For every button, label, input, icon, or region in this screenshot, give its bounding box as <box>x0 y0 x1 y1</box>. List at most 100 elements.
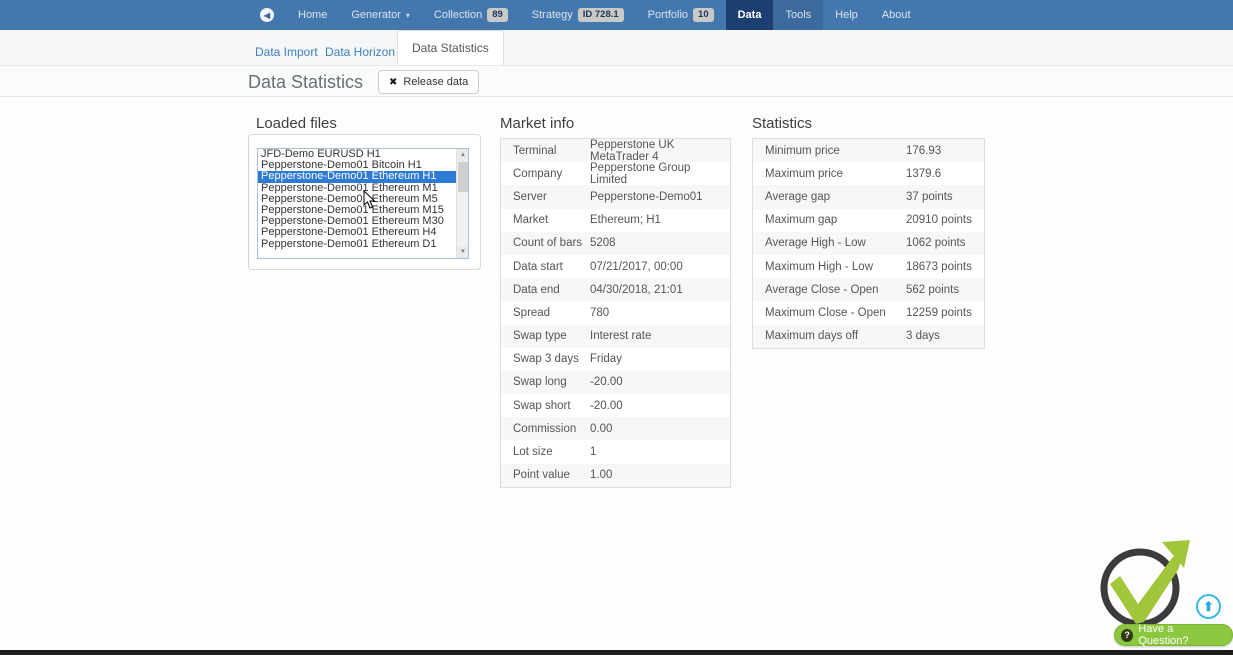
file-list-item[interactable]: Pepperstone-Demo01 Ethereum H4 <box>258 227 468 238</box>
loaded-files-listbox[interactable]: JFD-Demo EURUSD H1 Pepperstone-Demo01 Bi… <box>257 148 469 259</box>
table-row: Average Close - Open562 points <box>753 278 984 301</box>
table-row: Data start07/21/2017, 00:00 <box>501 255 730 278</box>
tab-data-statistics[interactable]: Data Statistics <box>397 30 504 65</box>
row-value: 37 points <box>906 191 984 203</box>
table-row: Swap short-20.00 <box>501 394 730 417</box>
row-label: Data end <box>501 284 590 296</box>
row-value: 1062 points <box>906 237 984 249</box>
row-label: Swap type <box>501 330 590 342</box>
statistics-table: Minimum price176.93 Maximum price1379.6 … <box>752 138 985 349</box>
nav-item-home[interactable]: Home <box>286 0 339 30</box>
scrollbar-down-arrow-icon[interactable]: ▼ <box>457 246 469 258</box>
row-label: Data start <box>501 261 590 273</box>
row-value: 04/30/2018, 21:01 <box>590 284 730 296</box>
scrollbar-up-arrow-icon[interactable]: ▲ <box>457 149 469 161</box>
tab-data-horizon[interactable]: Data Horizon <box>311 38 409 65</box>
row-value: 176.93 <box>906 145 984 157</box>
table-row: MarketEthereum; H1 <box>501 209 730 232</box>
row-label: Maximum price <box>753 168 906 180</box>
row-value: 3 days <box>906 330 984 342</box>
file-list-item[interactable]: Pepperstone-Demo01 Ethereum D1 <box>258 239 468 250</box>
nav-item-strategy[interactable]: Strategy ID 728.1 <box>520 0 636 30</box>
nav-item-portfolio[interactable]: Portfolio 10 <box>636 0 726 30</box>
nav-back-button[interactable]: ◀ <box>248 0 286 30</box>
nav-help-label: Help <box>835 9 858 21</box>
nav-portfolio-label: Portfolio <box>648 9 688 21</box>
nav-item-generator[interactable]: Generator ▾ <box>339 0 422 30</box>
row-value: Pepperstone Group Limited <box>590 162 730 186</box>
row-label: Commission <box>501 423 590 435</box>
table-row: Minimum price176.93 <box>753 139 984 162</box>
nav-item-tools[interactable]: Tools <box>773 0 823 30</box>
row-value: 1 <box>590 446 730 458</box>
nav-home-label: Home <box>298 9 327 21</box>
row-label: Count of bars <box>501 237 590 249</box>
nav-generator-label: Generator <box>351 9 401 21</box>
row-value: 562 points <box>906 284 984 296</box>
loaded-files-title: Loaded files <box>256 115 337 132</box>
row-value: Ethereum; H1 <box>590 214 730 226</box>
row-value: Pepperstone-Demo01 <box>590 191 730 203</box>
page-title: Data Statistics <box>248 72 363 93</box>
row-value: 0.00 <box>590 423 730 435</box>
row-value: Pepperstone UK MetaTrader 4 <box>590 139 730 163</box>
table-row: Average gap37 points <box>753 185 984 208</box>
portfolio-count-badge: 10 <box>693 8 714 22</box>
statistics-title: Statistics <box>752 115 812 132</box>
row-label: Maximum High - Low <box>753 261 906 273</box>
nav-item-data[interactable]: Data <box>726 0 774 30</box>
table-row: Maximum price1379.6 <box>753 162 984 185</box>
row-value: Interest rate <box>590 330 730 342</box>
bottom-video-bar <box>0 650 1233 655</box>
up-arrow-icon: ⬆ <box>1203 599 1214 615</box>
row-label: Server <box>501 191 590 203</box>
release-data-button[interactable]: ✖ Release data <box>378 70 479 94</box>
table-row: TerminalPepperstone UK MetaTrader 4 <box>501 139 730 162</box>
row-label: Maximum gap <box>753 214 906 226</box>
have-a-question-button[interactable]: ? Have a Question? <box>1114 624 1233 646</box>
row-value: -20.00 <box>590 376 730 388</box>
row-label: Average High - Low <box>753 237 906 249</box>
row-value: 18673 points <box>906 261 984 273</box>
table-row: Swap long-20.00 <box>501 371 730 394</box>
page-header-band: Data Statistics ✖ Release data <box>0 65 1233 97</box>
data-statistics-screen: ◀ Home Generator ▾ Collection 89 Strateg… <box>0 0 1233 655</box>
row-label: Minimum price <box>753 145 906 157</box>
table-row: Maximum Close - Open12259 points <box>753 301 984 324</box>
data-tabstrip: Data Import Data Horizon Data Statistics <box>0 30 1233 65</box>
row-label: Swap 3 days <box>501 353 590 365</box>
row-label: Terminal <box>501 145 590 157</box>
nav-tools-label: Tools <box>785 9 811 21</box>
nav-item-collection[interactable]: Collection 89 <box>422 0 520 30</box>
nav-item-help[interactable]: Help <box>823 0 870 30</box>
row-label: Spread <box>501 307 590 319</box>
loaded-files-panel: JFD-Demo EURUSD H1 Pepperstone-Demo01 Bi… <box>248 134 481 270</box>
table-row: Swap typeInterest rate <box>501 325 730 348</box>
table-row: Count of bars5208 <box>501 232 730 255</box>
listbox-scrollbar[interactable]: ▲ ▼ <box>456 149 468 258</box>
question-button-label: Have a Question? <box>1138 623 1222 647</box>
strategy-id-badge: ID 728.1 <box>578 8 624 22</box>
back-arrow-icon: ◀ <box>260 8 274 22</box>
row-label: Average gap <box>753 191 906 203</box>
market-info-title: Market info <box>500 115 574 132</box>
table-row: Spread780 <box>501 301 730 324</box>
row-value: 1379.6 <box>906 168 984 180</box>
row-value: 5208 <box>590 237 730 249</box>
table-row: Swap 3 daysFriday <box>501 348 730 371</box>
row-label: Lot size <box>501 446 590 458</box>
nav-about-label: About <box>882 9 911 21</box>
scrollbar-thumb[interactable] <box>458 162 468 192</box>
row-label: Swap long <box>501 376 590 388</box>
row-label: Average Close - Open <box>753 284 906 296</box>
row-label: Market <box>501 214 590 226</box>
navbar-spacer <box>0 0 248 30</box>
table-row: ServerPepperstone-Demo01 <box>501 185 730 208</box>
close-x-icon: ✖ <box>389 77 397 88</box>
chevron-down-icon: ▾ <box>406 11 410 20</box>
row-value: 780 <box>590 307 730 319</box>
scroll-to-top-button[interactable]: ⬆ <box>1196 594 1221 619</box>
file-list-item-selected[interactable]: Pepperstone-Demo01 Ethereum H1 <box>258 171 468 182</box>
nav-item-about[interactable]: About <box>870 0 923 30</box>
market-info-table: TerminalPepperstone UK MetaTrader 4 Comp… <box>500 138 731 488</box>
